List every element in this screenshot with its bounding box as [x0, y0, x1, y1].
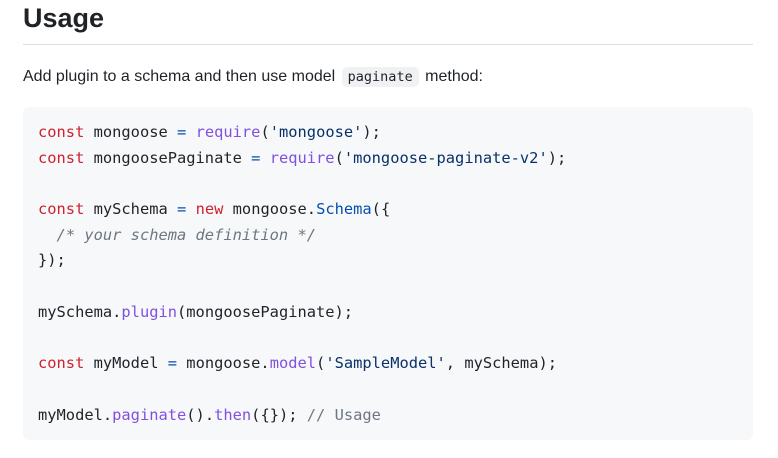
comment: /* your schema definition */ [56, 225, 316, 244]
operator: = [177, 123, 187, 141]
comment: // Usage [306, 405, 381, 424]
intro-paragraph: Add plugin to a schema and then use mode… [23, 64, 483, 90]
punctuation: ({ [371, 200, 391, 219]
keyword: new [195, 200, 224, 219]
string-literal: 'SampleModel' [325, 354, 446, 373]
function-name: require [195, 123, 261, 141]
code-block[interactable]: const mongoose = require('mongoose'); con… [23, 107, 753, 440]
punctuation: ({}); [251, 405, 307, 424]
keyword: const [38, 354, 85, 373]
intro-text-before: Add plugin to a schema and then use mode… [23, 68, 336, 85]
string-literal: 'mongoose' [269, 123, 363, 141]
identifier: myModel. [38, 405, 113, 424]
punctuation: (mongoosePaginate); [177, 302, 354, 321]
punctuation: ); [362, 123, 381, 141]
keyword: const [38, 200, 85, 219]
code-line: const mongoose = require('mongoose'); [38, 120, 566, 146]
code-line: const mongoosePaginate = require('mongoo… [38, 146, 566, 172]
function-name: then [214, 405, 252, 424]
code-line: const mySchema = new mongoose.Schema({ [38, 197, 566, 223]
usage-section-header: Usage [23, 0, 753, 45]
keyword: const [38, 123, 85, 141]
code-line: const myModel = mongoose.model('SampleMo… [38, 351, 566, 377]
punctuation: , mySchema); [445, 354, 557, 373]
code-lines: const mongoose = require('mongoose'); con… [38, 120, 566, 428]
punctuation: ( [316, 354, 326, 373]
punctuation: ( [260, 123, 270, 141]
operator: = [167, 354, 178, 373]
identifier: mongoosePaginate [84, 148, 252, 167]
function-name: require [269, 148, 335, 167]
identifier: mongoose [84, 123, 178, 141]
identifier: mySchema. [38, 302, 122, 321]
code-line: mySchema.plugin(mongoosePaginate); [38, 300, 566, 326]
identifier: mySchema [84, 200, 178, 219]
code-line: /* your schema definition */ [38, 223, 566, 249]
keyword: const [38, 148, 85, 167]
punctuation: ( [334, 148, 344, 167]
identifier: mongoose. [223, 200, 317, 219]
code-line: }); [38, 251, 66, 270]
function-name: paginate [112, 405, 187, 424]
class-name: Schema [316, 200, 372, 219]
identifier: mongoose. [177, 354, 270, 373]
section-heading: Usage [23, 3, 105, 33]
punctuation: ); [547, 148, 567, 167]
code-line: myModel.paginate().then({}); // Usage [38, 403, 566, 429]
string-literal: 'mongoose-paginate-v2' [343, 148, 548, 167]
inline-code-paginate: paginate [341, 67, 419, 87]
function-name: plugin [121, 302, 178, 321]
function-name: model [269, 354, 317, 373]
intro-text-after: method: [425, 68, 483, 85]
operator: = [177, 200, 187, 219]
identifier: myModel [84, 354, 168, 373]
punctuation: (). [186, 405, 215, 424]
